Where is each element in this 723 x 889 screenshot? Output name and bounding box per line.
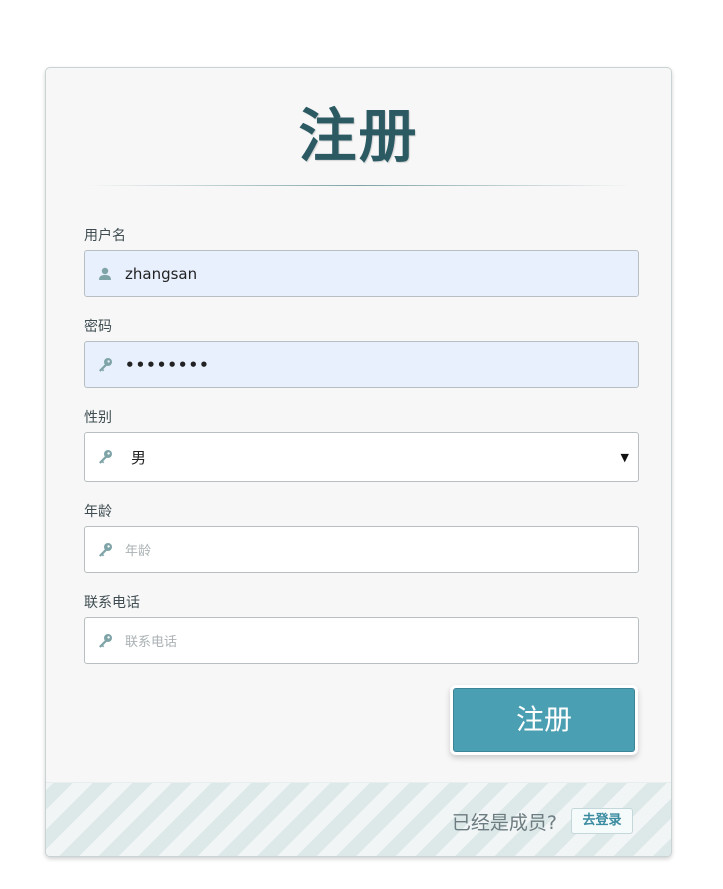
title-divider (86, 185, 633, 186)
password-label: 密码 (84, 319, 112, 335)
password-value: •••••••• (125, 355, 210, 374)
age-input[interactable] (125, 540, 605, 559)
register-button[interactable]: 注册 (453, 688, 635, 752)
username-field[interactable]: zhangsan (84, 250, 639, 297)
key-icon (97, 542, 113, 558)
password-field[interactable]: •••••••• (84, 341, 639, 388)
page-title: 注册 (298, 102, 419, 170)
phone-input[interactable] (125, 631, 605, 650)
phone-field[interactable] (84, 617, 639, 664)
gender-label: 性别 (84, 410, 112, 426)
chevron-down-icon: ▼ (620, 451, 629, 464)
age-label: 年龄 (84, 504, 112, 520)
register-card: 注册 用户名 zhangsan 密码 •••••••• 性别 男 ▼ 年龄 年龄… (45, 67, 672, 857)
login-button[interactable]: 去登录 (571, 808, 633, 834)
key-icon (97, 449, 113, 465)
age-field[interactable] (84, 526, 639, 573)
username-value: zhangsan (125, 264, 198, 283)
key-icon (97, 633, 113, 649)
key-icon (97, 357, 113, 373)
user-icon (97, 266, 113, 282)
phone-label: 联系电话 (84, 595, 140, 611)
footer-bar: 已经是成员? 去登录 (46, 782, 671, 856)
gender-select[interactable]: 男 ▼ (84, 432, 639, 482)
gender-selected-value: 男 (131, 448, 147, 467)
username-label: 用户名 (84, 228, 126, 244)
member-prompt: 已经是成员? (451, 812, 557, 834)
